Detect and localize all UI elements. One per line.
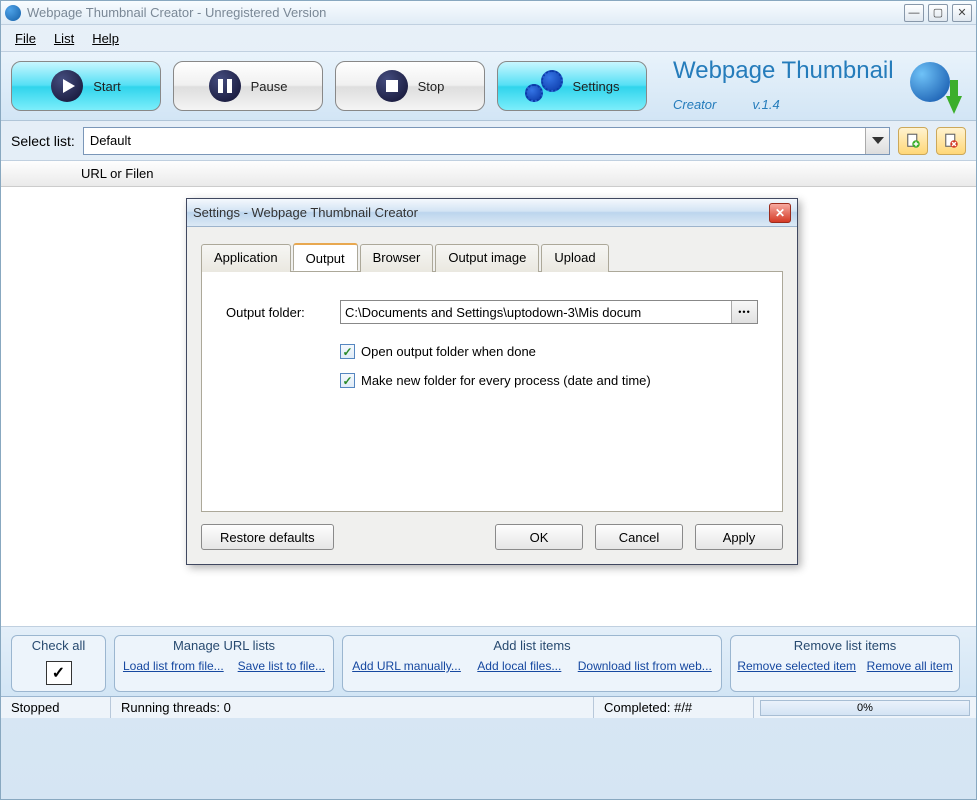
brand-sub: Creator (673, 97, 716, 112)
main-title: Webpage Thumbnail Creator - Unregistered… (27, 5, 904, 20)
minimize-button[interactable]: — (904, 4, 924, 22)
check-all-panel: Check all ✓ (11, 635, 106, 692)
url-list-header: URL or Filen (1, 161, 976, 187)
output-tab-pane: Output folder: ••• ✓ Open output folder … (201, 272, 783, 512)
output-folder-label: Output folder: (226, 305, 326, 320)
menubar: File List Help (1, 25, 976, 51)
dialog-body: Application Output Browser Output image … (187, 227, 797, 564)
app-icon (5, 5, 21, 21)
remove-selected-link[interactable]: Remove selected item (737, 659, 856, 675)
checkbox-icon: ✓ (340, 344, 355, 359)
output-folder-row: Output folder: ••• (226, 300, 758, 324)
menu-list[interactable]: List (48, 29, 80, 48)
chevron-down-icon (865, 128, 889, 154)
stop-button[interactable]: Stop (335, 61, 485, 111)
document-delete-icon (942, 132, 960, 150)
new-folder-label: Make new folder for every process (date … (361, 373, 651, 388)
dialog-close-button[interactable]: ✕ (769, 203, 791, 223)
add-local-link[interactable]: Add local files... (477, 659, 561, 675)
brand-name: Webpage Thumbnail (673, 57, 894, 85)
maximize-button[interactable]: ▢ (928, 4, 948, 22)
status-completed: Completed: #/# (594, 697, 754, 718)
tab-output-image[interactable]: Output image (435, 244, 539, 272)
ok-button[interactable]: OK (495, 524, 583, 550)
apply-button[interactable]: Apply (695, 524, 783, 550)
app-brand: Webpage Thumbnail Creator v.1.4 (673, 57, 960, 116)
new-list-button[interactable] (898, 127, 928, 155)
window-controls: — ▢ ✕ (904, 4, 972, 22)
dialog-titlebar: Settings - Webpage Thumbnail Creator ✕ (187, 199, 797, 227)
browse-button[interactable]: ••• (731, 301, 757, 323)
save-list-link[interactable]: Save list to file... (238, 659, 325, 675)
manage-panel: Manage URL lists Load list from file... … (114, 635, 334, 692)
remove-all-link[interactable]: Remove all item (867, 659, 953, 675)
status-stopped: Stopped (1, 697, 111, 718)
load-list-link[interactable]: Load list from file... (123, 659, 224, 675)
settings-label: Settings (573, 79, 620, 94)
stop-icon (376, 70, 408, 102)
select-list-row: Select list: Default (1, 121, 976, 161)
tab-browser[interactable]: Browser (360, 244, 434, 272)
statusbar: Stopped Running threads: 0 Completed: #/… (1, 696, 976, 718)
url-column-header: URL or Filen (81, 166, 153, 181)
check-all-title: Check all (12, 636, 105, 655)
tabstrip: Application Output Browser Output image … (201, 243, 783, 272)
start-label: Start (93, 79, 120, 94)
check-all-button[interactable]: ✓ (46, 661, 72, 685)
gear-icon (525, 68, 563, 104)
toolbar: Start Pause Stop Settings Webpage Thumbn… (1, 51, 976, 121)
close-button[interactable]: ✕ (952, 4, 972, 22)
menu-help[interactable]: Help (86, 29, 125, 48)
document-plus-icon (904, 132, 922, 150)
checkbox-icon: ✓ (340, 373, 355, 388)
remove-panel: Remove list items Remove selected item R… (730, 635, 960, 692)
cancel-button[interactable]: Cancel (595, 524, 683, 550)
tab-application[interactable]: Application (201, 244, 291, 272)
pause-button[interactable]: Pause (173, 61, 323, 111)
tab-upload[interactable]: Upload (541, 244, 608, 272)
dialog-title: Settings - Webpage Thumbnail Creator (193, 205, 418, 220)
open-folder-checkbox-row[interactable]: ✓ Open output folder when done (340, 344, 758, 359)
add-panel: Add list items Add URL manually... Add l… (342, 635, 722, 692)
status-threads: Running threads: 0 (111, 697, 594, 718)
play-icon (51, 70, 83, 102)
delete-list-button[interactable] (936, 127, 966, 155)
pause-icon (209, 70, 241, 102)
settings-dialog: Settings - Webpage Thumbnail Creator ✕ A… (186, 198, 798, 565)
open-folder-label: Open output folder when done (361, 344, 536, 359)
status-progress: 0% (760, 700, 970, 716)
remove-title: Remove list items (731, 636, 959, 655)
add-title: Add list items (343, 636, 721, 655)
brand-version: v.1.4 (752, 97, 779, 112)
settings-button[interactable]: Settings (497, 61, 647, 111)
tab-output[interactable]: Output (293, 243, 358, 271)
menu-file[interactable]: File (9, 29, 42, 48)
bottom-panels: Check all ✓ Manage URL lists Load list f… (1, 627, 976, 696)
select-list-label: Select list: (11, 133, 75, 149)
restore-defaults-button[interactable]: Restore defaults (201, 524, 334, 550)
pause-label: Pause (251, 79, 288, 94)
manage-title: Manage URL lists (115, 636, 333, 655)
output-folder-input[interactable] (341, 301, 731, 323)
download-list-link[interactable]: Download list from web... (578, 659, 712, 675)
add-url-link[interactable]: Add URL manually... (352, 659, 461, 675)
start-button[interactable]: Start (11, 61, 161, 111)
globe-download-icon (908, 60, 960, 112)
dialog-button-row: Restore defaults OK Cancel Apply (201, 512, 783, 550)
select-list-value: Default (90, 133, 131, 148)
stop-label: Stop (418, 79, 445, 94)
main-titlebar: Webpage Thumbnail Creator - Unregistered… (1, 1, 976, 25)
new-folder-checkbox-row[interactable]: ✓ Make new folder for every process (dat… (340, 373, 758, 388)
output-folder-field-wrap: ••• (340, 300, 758, 324)
select-list-combo[interactable]: Default (83, 127, 890, 155)
